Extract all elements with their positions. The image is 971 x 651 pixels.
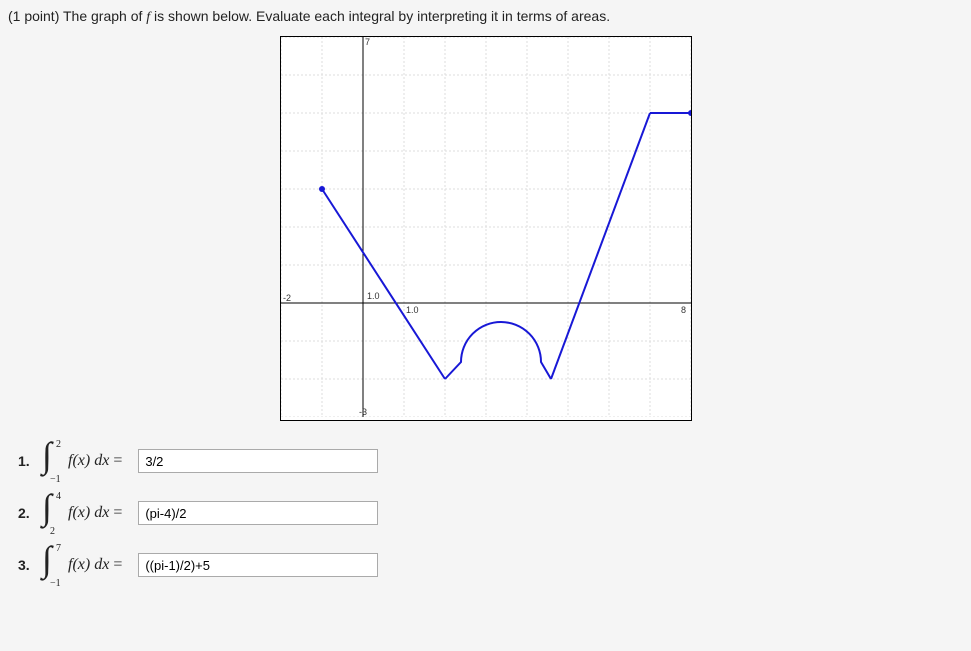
problem-suffix: is shown below. Evaluate each integral b… — [150, 8, 610, 24]
q1-lower: −1 — [50, 474, 61, 485]
graph-box: 7 -2 -3 8 1.0 1.0 — [280, 36, 692, 421]
q3-upper: 7 — [56, 543, 61, 554]
q3-integrand: f(x) dx — [68, 556, 109, 574]
q3-lower: −1 — [50, 578, 61, 589]
origin-label: 1.0 — [367, 291, 380, 301]
curve-seg-3 — [551, 113, 650, 379]
x-right-label: 8 — [681, 305, 686, 315]
x1-label: 1.0 — [406, 305, 419, 315]
q1-number: 1. — [18, 453, 32, 469]
y-bottom-label: -3 — [359, 407, 367, 417]
questions-list: 1. ∫ −1 2 f(x) dx = 2. ∫ 2 4 f(x) dx = 3… — [8, 441, 963, 585]
q2-lower: 2 — [50, 526, 55, 537]
integral-icon: ∫ — [42, 539, 52, 579]
question-row-2: 2. ∫ 2 4 f(x) dx = — [18, 493, 963, 533]
graph-svg: 7 -2 -3 8 1.0 1.0 — [281, 37, 691, 417]
q2-answer-input[interactable] — [138, 501, 378, 525]
start-point — [319, 186, 325, 192]
q3-answer-input[interactable] — [138, 553, 378, 577]
curve-arc — [445, 322, 551, 379]
integral-icon: ∫ — [42, 487, 52, 527]
q1-upper: 2 — [56, 439, 61, 450]
end-point — [688, 110, 691, 116]
question-row-3: 3. ∫ −1 7 f(x) dx = — [18, 545, 963, 585]
q1-equals: = — [113, 452, 122, 470]
curve-seg-1 — [322, 189, 445, 379]
integral-icon: ∫ — [42, 435, 52, 475]
y-top-label: 7 — [365, 37, 370, 47]
q2-integrand: f(x) dx — [68, 504, 109, 522]
q3-equals: = — [113, 556, 122, 574]
q1-answer-input[interactable] — [138, 449, 378, 473]
q2-number: 2. — [18, 505, 32, 521]
q2-equals: = — [113, 504, 122, 522]
q3-number: 3. — [18, 557, 32, 573]
x-left-label: -2 — [283, 293, 291, 303]
problem-prefix: (1 point) The graph of — [8, 8, 146, 24]
q1-integrand: f(x) dx — [68, 452, 109, 470]
q1-integral: ∫ −1 2 f(x) dx = — [42, 441, 126, 481]
q3-integral: ∫ −1 7 f(x) dx = — [42, 545, 126, 585]
problem-statement: (1 point) The graph of f is shown below.… — [8, 8, 963, 26]
q2-upper: 4 — [56, 491, 61, 502]
grid — [281, 37, 691, 417]
q2-integral: ∫ 2 4 f(x) dx = — [42, 493, 126, 533]
graph-container: 7 -2 -3 8 1.0 1.0 — [8, 36, 963, 421]
question-row-1: 1. ∫ −1 2 f(x) dx = — [18, 441, 963, 481]
